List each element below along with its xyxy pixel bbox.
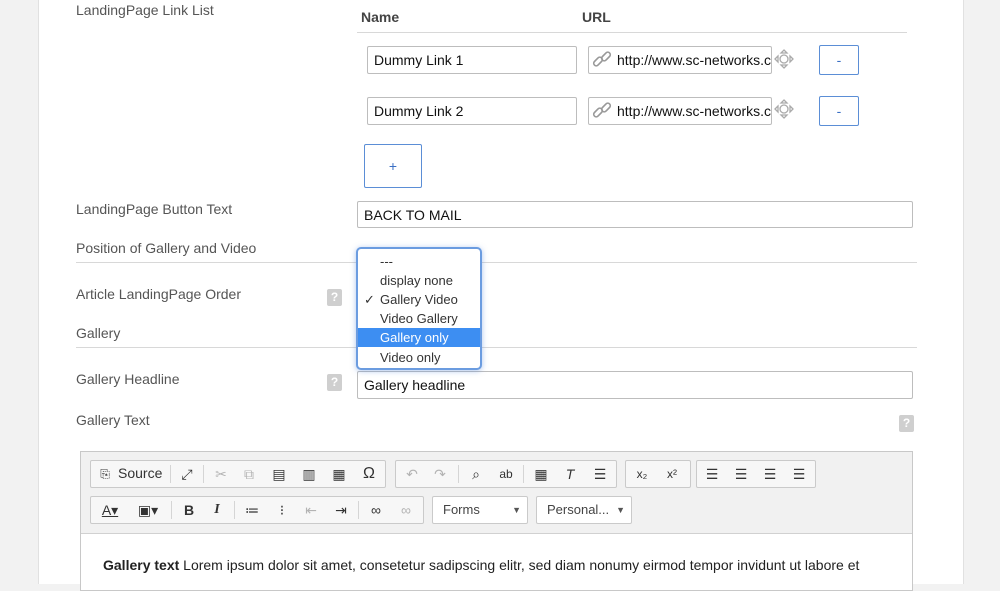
bold-icon[interactable]: B: [177, 498, 201, 522]
background-color-icon[interactable]: ▣▾: [133, 498, 163, 522]
chevron-down-icon: ▼: [512, 505, 521, 515]
link-url-input[interactable]: http://www.sc-networks.c: [588, 97, 772, 125]
button-text-label: LandingPage Button Text: [76, 201, 233, 217]
content-text: Lorem ipsum dolor sit amet, consetetur s…: [179, 557, 860, 573]
forms-label: Forms: [443, 502, 480, 517]
align-justify-icon[interactable]: ☰: [787, 462, 811, 486]
toolbar-separator: [234, 501, 235, 519]
personal-label: Personal...: [547, 502, 610, 517]
dropdown-option[interactable]: display none: [358, 271, 480, 290]
toolbar-group: ⎘ Source ⤢ ✂ ⧉ ▤ ▥ ▦ Ω: [90, 460, 386, 488]
format-painter-icon[interactable]: ▦: [529, 462, 553, 486]
toolbar-separator: [171, 501, 172, 519]
increase-indent-icon[interactable]: ⇥: [329, 498, 353, 522]
link-url-text: http://www.sc-networks.c: [617, 103, 771, 119]
remove-format-icon[interactable]: T: [558, 462, 582, 486]
undo-icon[interactable]: ↶: [400, 462, 424, 486]
link-icon[interactable]: ∞: [364, 498, 388, 522]
replace-icon[interactable]: ab: [494, 462, 518, 486]
position-dropdown[interactable]: --- display none ✓ Gallery Video Video Ga…: [356, 247, 482, 370]
help-icon[interactable]: ?: [327, 374, 342, 391]
position-label: Position of Gallery and Video: [76, 240, 257, 256]
bulleted-list-icon[interactable]: ⁝: [270, 498, 294, 522]
move-handle-icon[interactable]: [774, 49, 794, 69]
move-handle-icon[interactable]: [774, 99, 794, 119]
rich-text-editor[interactable]: ⎘ Source ⤢ ✂ ⧉ ▤ ▥ ▦ Ω ↶ ↷ ⌕ ab ▦ T ☰ x₂: [80, 451, 913, 591]
italic-icon[interactable]: I: [205, 498, 229, 522]
redo-icon[interactable]: ↷: [428, 462, 452, 486]
link-url-text: http://www.sc-networks.c: [617, 52, 771, 68]
toolbar-group: x₂ x²: [625, 460, 691, 488]
help-icon[interactable]: ?: [899, 415, 914, 432]
align-right-icon[interactable]: ☰: [758, 462, 782, 486]
toolbar-group: ☰ ☰ ☰ ☰: [696, 460, 816, 488]
unlink-icon[interactable]: ∞: [394, 498, 418, 522]
source-button[interactable]: Source: [118, 465, 162, 481]
toolbar-separator: [170, 465, 171, 483]
toolbar-group: ↶ ↷ ⌕ ab ▦ T ☰: [395, 460, 617, 488]
link-list-label: LandingPage Link List: [76, 2, 214, 18]
button-text-input[interactable]: BACK TO MAIL: [357, 201, 913, 228]
paste-text-icon[interactable]: ▥: [297, 462, 321, 486]
url-column-header: URL: [582, 9, 611, 25]
gallery-text-label: Gallery Text: [76, 412, 150, 428]
editor-toolbar: ⎘ Source ⤢ ✂ ⧉ ▤ ▥ ▦ Ω ↶ ↷ ⌕ ab ▦ T ☰ x₂: [81, 452, 912, 534]
toolbar-separator: [523, 465, 524, 483]
find-icon[interactable]: ⌕: [464, 462, 488, 486]
subscript-icon[interactable]: x₂: [630, 462, 654, 486]
help-icon[interactable]: ?: [327, 289, 342, 306]
maximize-icon[interactable]: ⤢: [175, 462, 199, 486]
gallery-headline-input[interactable]: Gallery headline: [357, 371, 913, 399]
dropdown-option[interactable]: Video only: [358, 348, 480, 367]
special-char-icon[interactable]: Ω: [357, 462, 381, 486]
add-link-button[interactable]: +: [364, 144, 422, 188]
link-url-input[interactable]: http://www.sc-networks.c: [588, 46, 772, 74]
content-bold-text: Gallery text: [103, 557, 180, 573]
order-label: Article LandingPage Order: [76, 286, 241, 302]
gallery-headline-label: Gallery Headline: [76, 371, 180, 387]
remove-link-button[interactable]: -: [819, 96, 859, 126]
name-column-header: Name: [361, 9, 400, 25]
decrease-indent-icon[interactable]: ⇤: [299, 498, 323, 522]
divider: [76, 347, 917, 348]
editor-content[interactable]: Gallery text Lorem ipsum dolor sit amet,…: [103, 557, 859, 573]
align-center-icon[interactable]: ☰: [729, 462, 753, 486]
text-color-icon[interactable]: A▾: [95, 498, 125, 522]
numbered-list-icon[interactable]: ≔: [240, 498, 264, 522]
horizontal-rule-icon[interactable]: ☰: [588, 462, 612, 486]
forms-dropdown[interactable]: Forms ▼: [432, 496, 528, 524]
copy-icon[interactable]: ⧉: [237, 462, 261, 486]
header-divider: [357, 32, 907, 33]
remove-link-button[interactable]: -: [819, 45, 859, 75]
paste-icon[interactable]: ▤: [267, 462, 291, 486]
link-icon: [592, 102, 612, 118]
superscript-icon[interactable]: x²: [660, 462, 684, 486]
checkmark-icon: ✓: [364, 292, 375, 307]
paste-word-icon[interactable]: ▦: [327, 462, 351, 486]
dropdown-option[interactable]: ---: [358, 252, 480, 271]
dropdown-option[interactable]: Video Gallery: [358, 309, 480, 328]
toolbar-separator: [458, 465, 459, 483]
dropdown-option-highlighted[interactable]: Gallery only: [358, 328, 480, 347]
link-name-input[interactable]: Dummy Link 1: [367, 46, 577, 74]
link-name-input[interactable]: Dummy Link 2: [367, 97, 577, 125]
toolbar-separator: [358, 501, 359, 519]
chevron-down-icon: ▼: [616, 505, 625, 515]
personal-dropdown[interactable]: Personal... ▼: [536, 496, 632, 524]
gallery-label: Gallery: [76, 325, 121, 341]
toolbar-group: A▾ ▣▾ B I ≔ ⁝ ⇤ ⇥ ∞ ∞: [90, 496, 424, 524]
toolbar-separator: [203, 465, 204, 483]
link-icon: [592, 51, 612, 67]
divider: [76, 262, 917, 263]
source-icon: ⎘: [100, 467, 110, 481]
cut-icon[interactable]: ✂: [209, 462, 233, 486]
align-left-icon[interactable]: ☰: [700, 462, 724, 486]
dropdown-option[interactable]: ✓ Gallery Video: [358, 290, 480, 309]
